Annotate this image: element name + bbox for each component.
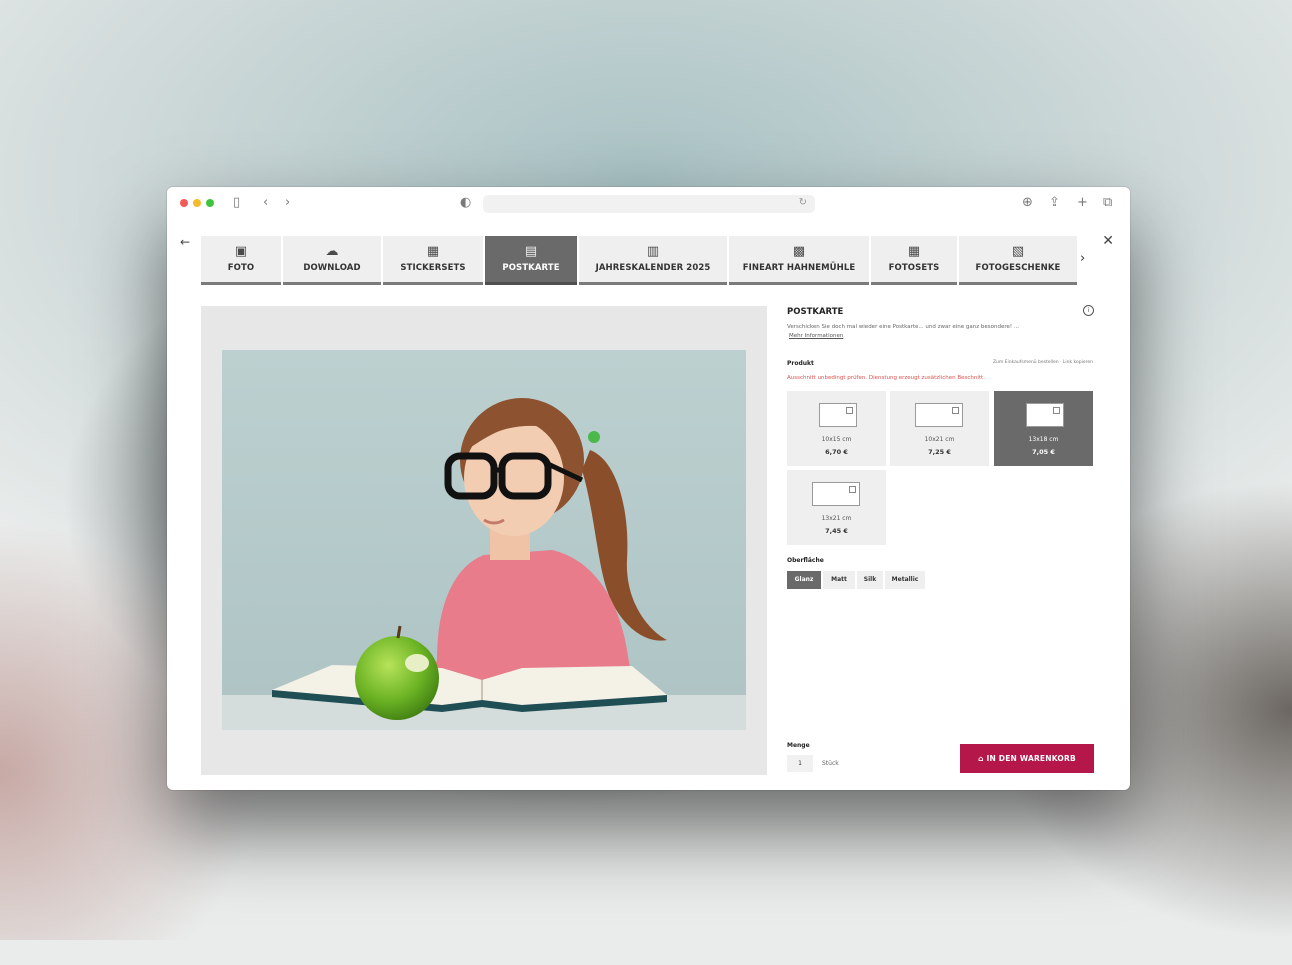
tab-postkarte[interactable]: ▤ POSTKARTE bbox=[485, 236, 577, 285]
surface-silk-button[interactable]: Silk bbox=[857, 571, 883, 589]
tab-label: POSTKARTE bbox=[502, 263, 560, 273]
surface-glanz-button[interactable]: Glanz bbox=[787, 571, 821, 589]
sticker-icon: ▦ bbox=[426, 244, 440, 259]
product-size: 10x15 cm bbox=[821, 436, 852, 443]
tab-fotogeschenke[interactable]: ▧ FOTOGESCHENKE bbox=[959, 236, 1077, 285]
close-window-button[interactable] bbox=[180, 199, 188, 207]
product-card-10x21[interactable]: 10x21 cm 7,25 € bbox=[890, 391, 989, 466]
forward-icon[interactable]: › bbox=[285, 195, 290, 211]
browser-toolbar: ▯ ‹ › ◐ ↻ ⊕ ⇪ + ⧉ bbox=[167, 187, 1130, 219]
browser-window: ▯ ‹ › ◐ ↻ ⊕ ⇪ + ⧉ ← ✕ ▣ FOTO ☁ DOWNLOAD … bbox=[167, 187, 1130, 790]
fineart-icon: ▩ bbox=[792, 244, 806, 259]
quantity-unit: Stück bbox=[822, 760, 839, 767]
postcard-thumbnail bbox=[812, 482, 860, 506]
crop-warning: Ausschnitt unbedingt prüfen. Dienstung e… bbox=[787, 375, 985, 381]
product-size: 10x21 cm bbox=[924, 436, 955, 443]
config-panel: POSTKARTE i Verschicken Sie doch mal wie… bbox=[787, 305, 1095, 775]
product-price: 6,70 € bbox=[825, 448, 848, 456]
tab-label: FOTOSETS bbox=[888, 263, 940, 273]
tab-stickersets[interactable]: ▦ STICKERSETS bbox=[383, 236, 483, 285]
photo-illustration bbox=[222, 350, 746, 730]
back-icon[interactable]: ‹ bbox=[263, 195, 268, 211]
postcard-thumbnail bbox=[1026, 403, 1064, 427]
info-icon[interactable]: i bbox=[1083, 305, 1094, 316]
surface-metallic-button[interactable]: Metallic bbox=[885, 571, 925, 589]
product-size: 13x18 cm bbox=[1028, 436, 1059, 443]
postcard-thumbnail bbox=[915, 403, 963, 427]
sidebar-icon[interactable]: ▯ bbox=[233, 195, 240, 211]
new-tab-icon[interactable]: + bbox=[1077, 195, 1088, 211]
surface-label: Oberfläche bbox=[787, 557, 824, 564]
gift-icon: ▧ bbox=[1011, 244, 1025, 259]
tab-label: FOTO bbox=[227, 263, 255, 273]
tab-fotosets[interactable]: ▦ FOTOSETS bbox=[871, 236, 957, 285]
photoset-icon: ▦ bbox=[907, 244, 921, 259]
calendar-icon: ▥ bbox=[646, 244, 660, 259]
download-icon[interactable]: ⊕ bbox=[1022, 195, 1033, 211]
preview-area bbox=[201, 306, 767, 775]
close-icon[interactable]: ✕ bbox=[1102, 233, 1114, 249]
share-icon[interactable]: ⇪ bbox=[1049, 195, 1060, 211]
product-card-13x18[interactable]: 13x18 cm 7,05 € bbox=[994, 391, 1093, 466]
panel-title: POSTKARTE bbox=[787, 307, 844, 317]
product-card-10x15[interactable]: 10x15 cm 6,70 € bbox=[787, 391, 886, 466]
quantity-input[interactable]: 1 bbox=[787, 755, 813, 772]
cart-icon: ⌂ bbox=[978, 754, 987, 763]
cloud-download-icon: ☁ bbox=[325, 244, 339, 259]
quantity-label: Menge bbox=[787, 742, 810, 749]
more-info-link[interactable]: Mehr Informationen bbox=[789, 333, 843, 339]
panel-description: Verschicken Sie doch mal wieder eine Pos… bbox=[787, 324, 1020, 330]
photo-icon: ▣ bbox=[234, 244, 248, 259]
minimize-window-button[interactable] bbox=[193, 199, 201, 207]
product-price: 7,05 € bbox=[1032, 448, 1055, 456]
product-label: Produkt bbox=[787, 360, 814, 367]
tab-label: FOTOGESCHENKE bbox=[975, 263, 1061, 273]
product-price: 7,45 € bbox=[825, 527, 848, 535]
zoom-window-button[interactable] bbox=[206, 199, 214, 207]
product-card-13x21[interactable]: 13x21 cm 7,45 € bbox=[787, 470, 886, 545]
tab-foto[interactable]: ▣ FOTO bbox=[201, 236, 281, 285]
reload-icon[interactable]: ↻ bbox=[799, 197, 807, 208]
tabs-overview-icon[interactable]: ⧉ bbox=[1103, 195, 1112, 211]
add-to-cart-label: IN DEN WARENKORB bbox=[986, 754, 1076, 763]
product-price: 7,25 € bbox=[928, 448, 951, 456]
product-links[interactable]: Zum Einkaufsmenü bestellen · Link kopier… bbox=[993, 360, 1093, 365]
tab-label: STICKERSETS bbox=[400, 263, 466, 273]
surface-matt-button[interactable]: Matt bbox=[823, 571, 855, 589]
chevron-right-icon[interactable]: › bbox=[1080, 251, 1085, 266]
add-to-cart-button[interactable]: ⌂ IN DEN WARENKORB bbox=[960, 744, 1094, 773]
tab-jahreskalender[interactable]: ▥ JAHRESKALENDER 2025 bbox=[579, 236, 727, 285]
postcard-thumbnail bbox=[819, 403, 857, 427]
address-bar[interactable]: ↻ bbox=[483, 195, 815, 213]
tab-label: JAHRESKALENDER 2025 bbox=[595, 263, 711, 273]
tab-label: DOWNLOAD bbox=[303, 263, 361, 273]
privacy-icon[interactable]: ◐ bbox=[460, 195, 471, 211]
back-arrow-icon[interactable]: ← bbox=[180, 235, 190, 249]
tab-label: FINEART HAHNEMÜHLE bbox=[742, 263, 856, 273]
preview-photo[interactable] bbox=[222, 350, 746, 730]
tab-fineart[interactable]: ▩ FINEART HAHNEMÜHLE bbox=[729, 236, 869, 285]
tab-download[interactable]: ☁ DOWNLOAD bbox=[283, 236, 381, 285]
postcard-icon: ▤ bbox=[524, 244, 538, 259]
product-size: 13x21 cm bbox=[821, 515, 852, 522]
